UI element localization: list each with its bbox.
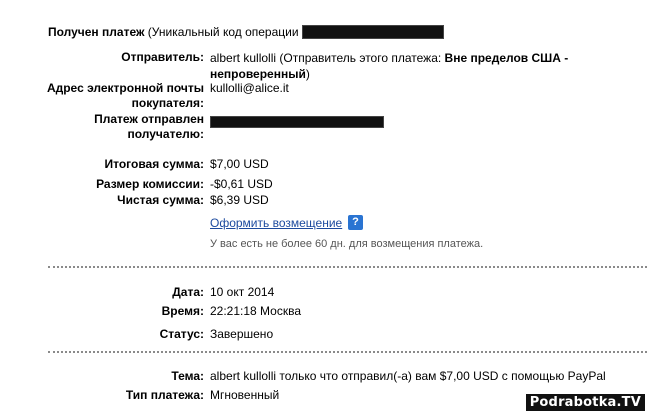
sender-value: albert kullolli (Отправитель этого плате… [210, 50, 568, 82]
divider [48, 266, 647, 268]
total-label: Итоговая сумма: [104, 157, 204, 171]
transaction-id-redaction [301, 24, 444, 39]
sender-status: Вне пределов США - [444, 51, 569, 65]
recipient-label: Платеж отправлен получателю: [24, 112, 204, 142]
recipient-redaction [210, 114, 384, 128]
email-label-line1: Адрес электронной почты [46, 81, 204, 95]
divider [48, 351, 647, 353]
sender-paren: ) [305, 67, 310, 81]
recipient-redaction-box [210, 115, 384, 128]
status-label: Статус: [159, 327, 204, 341]
sender-name: albert kullolli (Отправитель этого плате… [210, 51, 445, 65]
sender-status-cont: непроверенный [210, 67, 306, 81]
date-label: Дата: [172, 285, 204, 299]
total-value: $7,00 USD [210, 157, 269, 171]
email-label-line2: покупателя: [131, 96, 204, 110]
payment-type-value: Мгновенный [210, 388, 280, 402]
watermark: Podrabotka.TV [525, 394, 645, 411]
header-subtitle: (Уникальный код операции [144, 25, 299, 39]
fee-value: -$0,61 USD [210, 177, 273, 191]
payment-type-label: Тип платежа: [125, 388, 204, 402]
payment-header: Получен платеж (Уникальный код операции [48, 24, 444, 39]
subject-value: albert kullolli только что отправил(-а) … [210, 369, 606, 383]
email-label: Адрес электронной почты покупателя: [24, 81, 204, 111]
net-label: Чистая сумма: [117, 193, 204, 207]
sender-label: Отправитель: [121, 50, 204, 64]
recipient-label-line2: получателю: [127, 127, 204, 141]
time-label: Время: [161, 304, 204, 318]
recipient-label-line1: Платеж отправлен [94, 112, 204, 126]
time-value: 22:21:18 Москва [210, 304, 302, 318]
fee-label: Размер комиссии: [96, 177, 204, 191]
header-title: Получен платеж [48, 25, 145, 39]
status-value: Завершено [210, 327, 274, 341]
subject-label: Тема: [171, 369, 204, 383]
refund-link[interactable]: Оформить возмещение [210, 216, 342, 230]
refund-note: У вас есть не более 60 дн. для возмещени… [210, 238, 484, 250]
email-value: kullolli@alice.it [210, 81, 289, 95]
question-mark-icon[interactable]: ? [348, 215, 363, 230]
date-value: 10 окт 2014 [210, 285, 275, 299]
net-value: $6,39 USD [210, 193, 269, 207]
